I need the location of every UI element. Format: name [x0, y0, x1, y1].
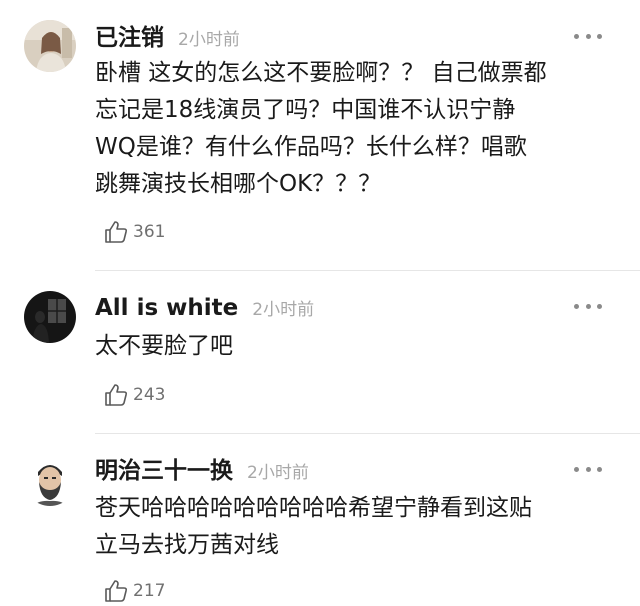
comment-text-line: WQ是谁？有什么作品吗？长什么样？唱歌 — [95, 134, 527, 160]
more-dots-icon[interactable] — [574, 32, 602, 40]
comment-item: 明治三十一换 2小时前 苍天哈哈哈哈哈哈哈哈哈希望宁静看到这贴 立马去找万茜对线 … — [0, 434, 640, 606]
thumbs-up-icon — [105, 221, 128, 243]
bearded-man-avatar-icon — [24, 454, 76, 506]
user-avatar[interactable] — [24, 20, 76, 72]
comment-text: 卧槽 这女的怎么这不要脸啊？？ 自己做票都 忘记是18线演员了吗？中国谁不认识宁… — [95, 55, 615, 203]
comment-text-line: 跳舞演技长相哪个OK？？？ — [95, 171, 382, 197]
like-count: 217 — [133, 581, 166, 601]
username-text[interactable]: All is white — [95, 295, 238, 321]
comment-text-line: 忘记是18线演员了吗？中国谁不认识宁静 — [95, 97, 516, 123]
comment-text-line: 卧槽 这女的怎么这不要脸啊？？ 自己做票都 — [95, 60, 547, 86]
user-avatar[interactable] — [24, 454, 76, 506]
like-button[interactable]: 361 — [103, 219, 165, 245]
username-text[interactable]: 明治三十一换 — [95, 458, 233, 484]
comment-time: 2小时前 — [178, 30, 240, 50]
comment-time: 2小时前 — [252, 300, 315, 320]
comment-text-line: 太不要脸了吧 — [95, 333, 233, 359]
comment-text: 太不要脸了吧 — [95, 328, 615, 365]
more-dots-icon[interactable] — [574, 465, 602, 473]
comment-time: 2小时前 — [247, 463, 309, 483]
like-count: 361 — [133, 222, 166, 242]
user-avatar[interactable] — [24, 291, 76, 343]
like-count: 243 — [133, 385, 166, 405]
comment-item: 已注销 2小时前 卧槽 这女的怎么这不要脸啊？？ 自己做票都 忘记是18线演员了吗… — [0, 0, 640, 271]
comment-text-line: 立马去找万茜对线 — [95, 532, 279, 558]
like-button[interactable]: 243 — [103, 382, 165, 408]
username-text[interactable]: 已注销 — [95, 25, 164, 51]
more-dots-icon[interactable] — [574, 302, 602, 310]
comment-text: 苍天哈哈哈哈哈哈哈哈哈希望宁静看到这贴 立马去找万茜对线 — [95, 490, 615, 564]
comment-item: All is white 2小时前 太不要脸了吧 243 — [0, 271, 640, 434]
comment-username[interactable]: 明治三十一换 2小时前 — [95, 457, 309, 487]
thumbs-up-icon — [105, 580, 128, 602]
like-button[interactable]: 217 — [103, 578, 165, 604]
comment-username[interactable]: All is white 2小时前 — [95, 294, 314, 324]
woman-photo-avatar-icon — [24, 20, 76, 72]
thumbs-up-icon — [105, 384, 128, 406]
comment-text-line: 苍天哈哈哈哈哈哈哈哈哈希望宁静看到这贴 — [95, 495, 532, 521]
dark-window-photo-avatar-icon — [24, 291, 76, 343]
comment-username[interactable]: 已注销 2小时前 — [95, 24, 240, 54]
